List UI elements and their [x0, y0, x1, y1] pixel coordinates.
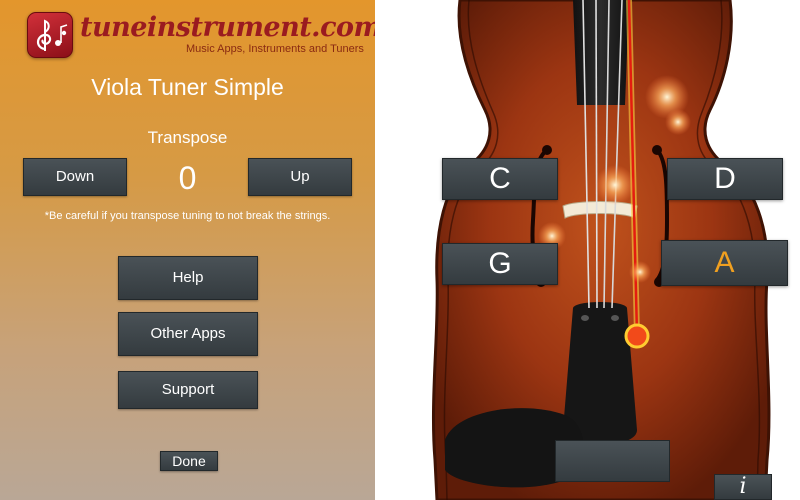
note-c-button[interactable]: C [442, 158, 558, 200]
transpose-up-button[interactable]: Up [248, 158, 352, 196]
settings-panel: tuneinstrument.com Music Apps, Instrumen… [0, 0, 382, 500]
brand-tagline: Music Apps, Instruments and Tuners [186, 43, 364, 55]
transpose-label: Transpose [147, 128, 228, 147]
support-button[interactable]: Support [118, 371, 258, 409]
brand-logo-text[interactable]: tuneinstrument.com [80, 12, 382, 46]
blank-button[interactable] [555, 440, 670, 482]
note-g-button[interactable]: G [442, 243, 558, 285]
note-a-button[interactable]: A [661, 240, 788, 286]
other-apps-button[interactable]: Other Apps [118, 312, 258, 356]
note-d-button[interactable]: D [667, 158, 783, 200]
info-button[interactable]: i [714, 474, 772, 500]
done-button[interactable]: Done [160, 451, 218, 471]
app-logo-icon [27, 12, 73, 58]
transpose-down-button[interactable]: Down [23, 158, 127, 196]
transpose-warning: *Be careful if you transpose tuning to n… [44, 210, 331, 222]
page-title: Viola Tuner Simple [91, 74, 284, 100]
transpose-value: 0 [178, 160, 197, 196]
help-button[interactable]: Help [118, 256, 258, 300]
